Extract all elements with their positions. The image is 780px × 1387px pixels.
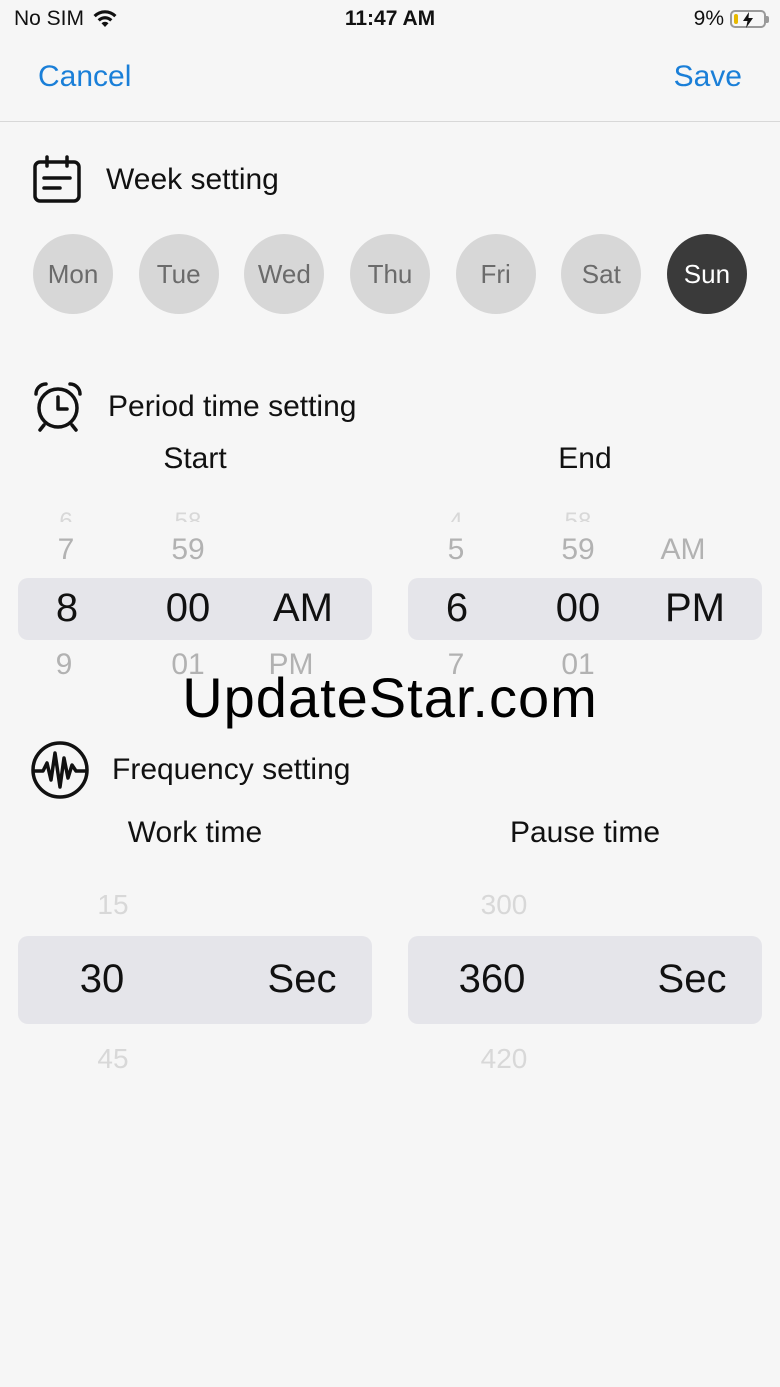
start-minute-selected[interactable]: 00 xyxy=(148,586,228,631)
end-label: End xyxy=(558,442,612,475)
end-hour-above[interactable]: 5 xyxy=(436,533,476,567)
start-label: Start xyxy=(163,442,227,475)
pause-time-picker[interactable]: 300 360 Sec 420 xyxy=(408,880,762,1080)
start-hour-selected[interactable]: 8 xyxy=(42,586,92,631)
pause-time-above[interactable]: 300 xyxy=(464,889,544,921)
start-hour-above[interactable]: 7 xyxy=(46,533,86,567)
day-sat[interactable]: Sat xyxy=(561,234,642,314)
frequency-setting-header: Frequency setting xyxy=(30,740,350,800)
alarm-clock-icon xyxy=(34,382,82,432)
period-setting-header: Period time setting xyxy=(30,380,356,434)
navigation-bar: Cancel Save xyxy=(0,42,780,122)
cancel-button[interactable]: Cancel xyxy=(38,60,131,94)
status-time: 11:47 AM xyxy=(344,7,436,30)
weekday-selector: Mon Tue Wed Thu Fri Sat Sun xyxy=(33,234,747,314)
end-hour-selected[interactable]: 6 xyxy=(432,586,482,631)
start-ampm-selected[interactable]: AM xyxy=(258,586,348,631)
work-time-below[interactable]: 45 xyxy=(88,1043,138,1075)
start-hour-far-above: 6 xyxy=(59,508,73,522)
battery-icon xyxy=(730,10,769,28)
day-fri[interactable]: Fri xyxy=(455,234,536,314)
status-right: 9% xyxy=(693,7,769,31)
end-minute-above[interactable]: 59 xyxy=(546,533,610,567)
watermark: UpdateStar.com xyxy=(182,666,598,729)
pause-time-unit: Sec xyxy=(657,957,727,1001)
pause-time-selected[interactable]: 360 xyxy=(444,957,540,1002)
work-time-picker[interactable]: 15 30 Sec 45 xyxy=(18,880,372,1080)
end-ampm-above[interactable]: AM xyxy=(648,533,718,567)
work-time-above[interactable]: 15 xyxy=(88,889,138,921)
waveform-icon xyxy=(31,741,89,799)
end-ampm-selected[interactable]: PM xyxy=(650,586,740,631)
week-setting-header: Week setting xyxy=(30,154,279,206)
day-thu[interactable]: Thu xyxy=(349,234,430,314)
start-minute-far-above: 58 xyxy=(174,508,202,522)
day-mon[interactable]: Mon xyxy=(33,234,113,314)
calendar-icon xyxy=(33,155,81,203)
period-setting-title: Period time setting xyxy=(108,390,357,423)
work-time-selected[interactable]: 30 xyxy=(62,957,142,1002)
pause-time-below[interactable]: 420 xyxy=(464,1043,544,1075)
work-time-label: Work time xyxy=(127,816,263,849)
pause-time-label: Pause time xyxy=(509,816,661,849)
day-sun[interactable]: Sun xyxy=(666,234,747,314)
status-bar: No SIM 11:47 AM 9% xyxy=(0,0,780,42)
end-minute-far-above: 58 xyxy=(564,508,592,522)
end-minute-selected[interactable]: 00 xyxy=(538,586,618,631)
charging-bolt-icon xyxy=(743,12,753,28)
frequency-setting-title: Frequency setting xyxy=(112,753,351,786)
day-wed[interactable]: Wed xyxy=(244,234,325,314)
day-tue[interactable]: Tue xyxy=(138,234,219,314)
work-time-unit: Sec xyxy=(267,957,337,1001)
end-hour-far-above: 4 xyxy=(449,508,463,522)
week-setting-title: Week setting xyxy=(106,163,279,196)
battery-percent: 9% xyxy=(693,7,724,30)
save-button[interactable]: Save xyxy=(674,60,742,94)
start-minute-above[interactable]: 59 xyxy=(156,533,220,567)
